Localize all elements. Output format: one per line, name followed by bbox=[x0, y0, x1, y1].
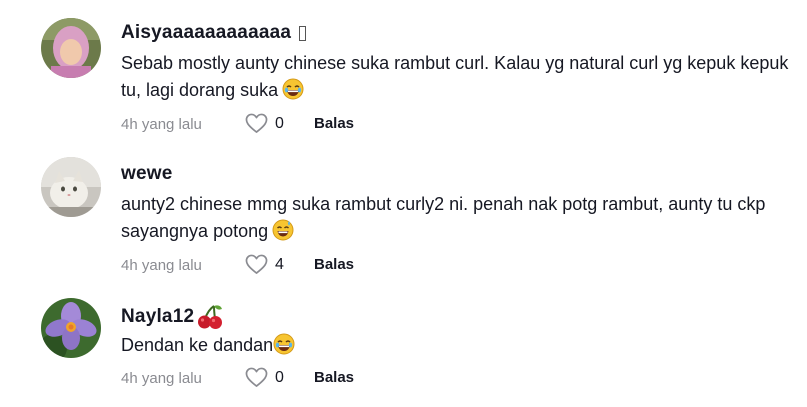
heart-icon bbox=[245, 254, 268, 274]
username-text: wewe bbox=[121, 163, 173, 184]
comment-text: Sebab mostly aunty chinese suka rambut c… bbox=[121, 50, 801, 108]
timestamp: 4h yang lalu bbox=[121, 257, 202, 274]
cherries-emoji-icon bbox=[196, 304, 224, 330]
username[interactable]: wewe bbox=[121, 163, 173, 185]
like-button[interactable]: 4 bbox=[245, 254, 284, 275]
comment-meta: 4h yang lalu 4 Balas bbox=[121, 254, 521, 278]
laughing-emoji-icon bbox=[282, 78, 304, 108]
username-text: Nayla12 bbox=[121, 306, 195, 327]
username[interactable]: Nayla12 bbox=[121, 304, 224, 330]
like-button[interactable]: 0 bbox=[245, 113, 284, 134]
heart-icon bbox=[245, 113, 268, 133]
comment-meta: 4h yang lalu 0 Balas bbox=[121, 113, 521, 137]
sweat-smile-emoji-icon bbox=[272, 219, 294, 249]
comment-text: Dendan ke dandan bbox=[121, 332, 801, 363]
username[interactable]: Aisyaaaaaaaaaaaa bbox=[121, 22, 307, 44]
comment-text: aunty2 chinese mmg suka rambut curly2 ni… bbox=[121, 191, 801, 249]
comment-text-content: Dendan ke dandan bbox=[121, 335, 274, 355]
like-count: 0 bbox=[275, 114, 284, 132]
comment-text-content: Sebab mostly aunty chinese suka rambut c… bbox=[121, 53, 789, 100]
comment-text-content: aunty2 chinese mmg suka rambut curly2 ni… bbox=[121, 194, 766, 241]
timestamp: 4h yang lalu bbox=[121, 116, 202, 133]
like-count: 4 bbox=[275, 255, 284, 273]
timestamp: 4h yang lalu bbox=[121, 370, 202, 387]
laughing-emoji-icon bbox=[273, 333, 295, 363]
avatar[interactable] bbox=[41, 18, 101, 78]
like-button[interactable]: 0 bbox=[245, 367, 284, 388]
avatar[interactable] bbox=[41, 157, 101, 217]
reply-button[interactable]: Balas bbox=[314, 115, 354, 132]
unknown-glyph-icon bbox=[299, 25, 307, 41]
reply-button[interactable]: Balas bbox=[314, 256, 354, 273]
heart-icon bbox=[245, 367, 268, 387]
username-text: Aisyaaaaaaaaaaaa bbox=[121, 22, 292, 43]
avatar[interactable] bbox=[41, 298, 101, 358]
like-count: 0 bbox=[275, 368, 284, 386]
reply-button[interactable]: Balas bbox=[314, 369, 354, 386]
comment-meta: 4h yang lalu 0 Balas bbox=[121, 367, 521, 391]
